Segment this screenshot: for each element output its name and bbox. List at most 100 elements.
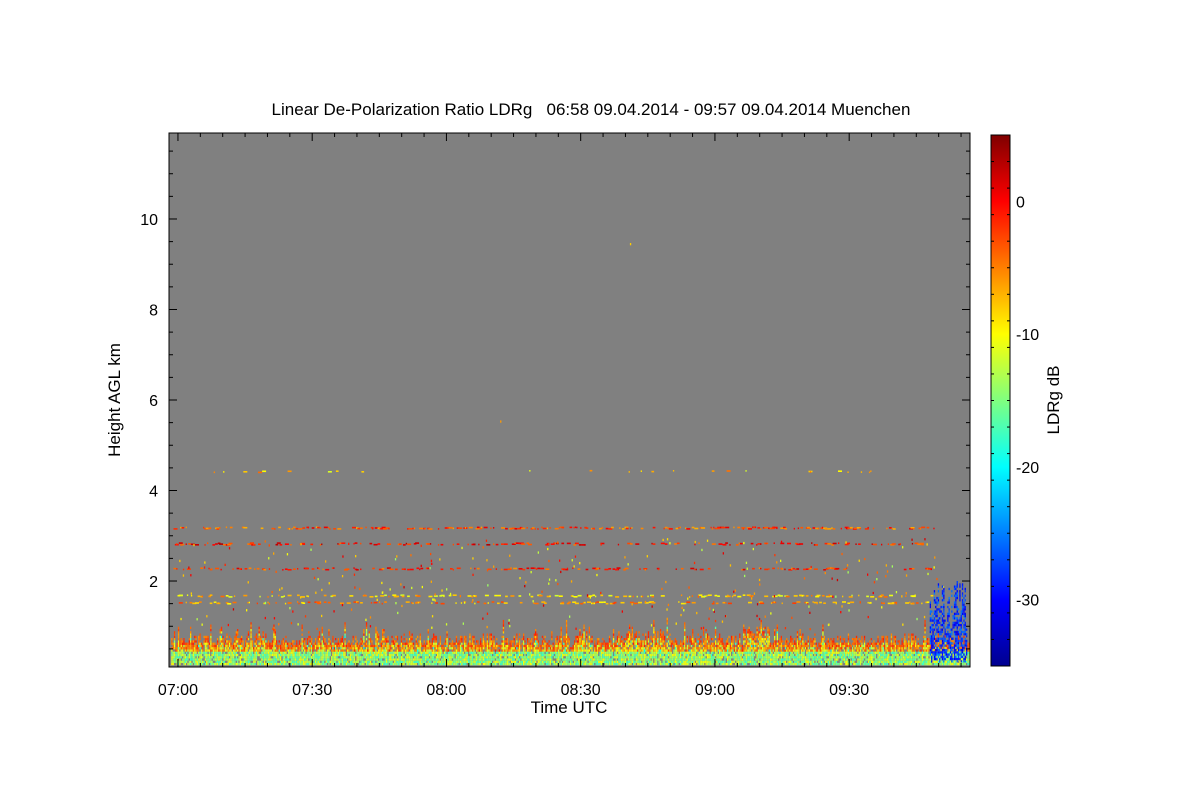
heatmap-cell: [210, 640, 212, 643]
heatmap-cell: [459, 640, 462, 643]
heatmap-cell: [565, 629, 568, 632]
heatmap-cell: [187, 658, 189, 661]
heatmap-cell: [763, 633, 765, 636]
heatmap-cell: [431, 644, 433, 648]
heatmap-cell: [588, 649, 590, 652]
heatmap-cell: [394, 647, 396, 650]
heatmap-cell: [709, 647, 711, 650]
heatmap-cell: [390, 653, 392, 657]
heatmap-cell: [363, 638, 365, 641]
heatmap-cell: [500, 647, 502, 650]
heatmap-cell: [654, 658, 656, 661]
heatmap-cell: [619, 649, 621, 652]
heatmap-cell: [657, 642, 659, 645]
heatmap-cell: [689, 649, 691, 652]
heatmap-cell: [725, 640, 727, 643]
heatmap-cell: [359, 656, 361, 659]
heatmap-cell: [560, 626, 562, 629]
heatmap-cell: [255, 640, 258, 643]
heatmap-cell: [216, 640, 219, 643]
heatmap-cell: [756, 629, 758, 632]
heatmap-cell: [364, 653, 366, 657]
heatmap-cell: [753, 644, 756, 648]
heatmap-cell: [778, 651, 780, 654]
heatmap-cell: [312, 653, 314, 657]
heatmap-cell: [255, 635, 258, 639]
heatmap-cell: [728, 658, 730, 661]
heatmap-cell: [335, 662, 337, 666]
heatmap-cell: [737, 653, 740, 657]
heatmap-cell: [262, 635, 264, 639]
heatmap-cell: [744, 658, 746, 661]
heatmap-cell: [461, 640, 463, 643]
heatmap-cell: [578, 642, 580, 645]
heatmap-cell: [776, 660, 778, 663]
heatmap-cell: [391, 651, 393, 654]
heatmap-cell: [663, 651, 666, 654]
heatmap-cell: [408, 658, 411, 661]
heatmap-cell: [556, 642, 558, 645]
heatmap-cell: [527, 638, 529, 641]
heatmap-cell: [404, 649, 407, 652]
heatmap-cell: [265, 640, 267, 643]
heatmap-cell: [625, 660, 627, 663]
heatmap-cell: [582, 633, 584, 636]
heatmap-cell: [344, 642, 346, 645]
heatmap-cell: [278, 649, 280, 652]
heatmap-cell: [245, 658, 247, 661]
heatmap-cell: [196, 653, 198, 657]
heatmap-cell: [266, 660, 268, 663]
heatmap-cell: [446, 631, 448, 634]
heatmap-cell: [331, 658, 333, 661]
heatmap-cell: [767, 658, 769, 661]
heatmap-cell: [674, 662, 676, 666]
heatmap-cell: [219, 662, 221, 666]
heatmap-cell: [512, 658, 514, 661]
heatmap-cell: [598, 649, 600, 652]
heatmap-cell: [459, 656, 462, 659]
heatmap-cell: [388, 656, 390, 659]
heatmap-cell: [790, 658, 792, 661]
heatmap-cell: [741, 653, 744, 657]
heatmap-cell: [339, 649, 341, 652]
heatmap-cell: [415, 647, 417, 650]
heatmap-cell: [492, 649, 494, 652]
heatmap-cell: [471, 662, 474, 666]
heatmap-cell: [655, 647, 658, 650]
heatmap-cell: [322, 656, 325, 659]
heatmap-cell: [623, 653, 625, 657]
heatmap-cell: [521, 651, 523, 654]
heatmap-cell: [474, 662, 476, 666]
heatmap-cell: [339, 660, 341, 663]
heatmap-cell: [224, 662, 227, 666]
heatmap-cell: [720, 649, 722, 652]
heatmap-cell: [371, 656, 373, 659]
heatmap-cell: [395, 651, 397, 654]
heatmap-cell: [603, 640, 605, 643]
heatmap-cell: [496, 653, 498, 657]
heatmap-cell: [425, 660, 427, 663]
heatmap-cell: [626, 635, 628, 639]
heatmap-cell: [257, 644, 259, 648]
heatmap-cell: [249, 653, 251, 657]
heatmap-cell: [641, 662, 643, 666]
heatmap-cell: [394, 660, 396, 663]
heatmap-cell: [607, 649, 609, 652]
heatmap-cell: [250, 638, 252, 641]
heatmap-cell: [591, 638, 593, 641]
heatmap-cell: [508, 653, 510, 657]
heatmap-cell: [455, 649, 458, 652]
heatmap-cell: [331, 656, 333, 659]
heatmap-cell: [278, 662, 280, 666]
heatmap-cell: [216, 662, 219, 666]
heatmap-cell: [378, 651, 380, 654]
heatmap-cell: [712, 658, 714, 661]
heatmap-cell: [535, 660, 537, 663]
heatmap-cell: [465, 660, 467, 663]
heatmap-cell: [351, 647, 353, 650]
heatmap-cell: [463, 640, 466, 643]
heatmap-cell: [325, 653, 327, 657]
heatmap-cell: [269, 642, 271, 645]
heatmap-cell: [653, 638, 655, 641]
heatmap-cell: [548, 662, 550, 666]
